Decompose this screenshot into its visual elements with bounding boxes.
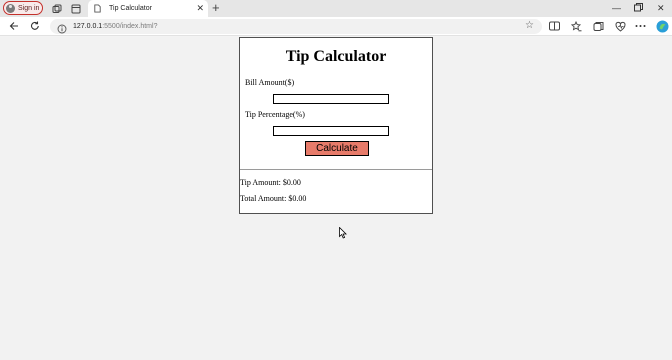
refresh-icon[interactable] (29, 20, 41, 32)
url-host: 127.0.0.1 (73, 23, 103, 30)
minimize-icon[interactable]: — (612, 3, 621, 13)
copilot-icon[interactable] (655, 19, 669, 33)
tab-actions-icon[interactable] (70, 3, 81, 14)
favorites-icon[interactable] (570, 20, 582, 32)
new-tab-icon[interactable]: + (212, 1, 220, 15)
tip-calculator-card: Tip Calculator Bill Amount($) Tip Percen… (239, 37, 433, 214)
url-text: 127.0.0.1:5500/index.html? (73, 21, 157, 32)
address-bar[interactable]: 127.0.0.1:5500/index.html? ☆ (50, 19, 542, 34)
browser-toolbar: 127.0.0.1:5500/index.html? ☆ (0, 17, 672, 36)
restore-icon[interactable] (634, 3, 643, 14)
calculate-button[interactable]: Calculate (305, 141, 369, 156)
tab-tip-calculator[interactable]: Tip Calculator ✕ (88, 0, 208, 17)
tab-strip: Sign in Tip Calculator ✕ + — ✕ (0, 0, 672, 17)
bill-amount-input[interactable] (273, 94, 389, 104)
tab-title: Tip Calculator (109, 5, 152, 12)
split-screen-icon[interactable] (548, 20, 560, 32)
total-amount-result: Total Amount: $0.00 (240, 194, 307, 203)
workspaces-icon[interactable] (51, 3, 62, 14)
signin-label: Sign in (18, 4, 40, 12)
profile-icon (6, 3, 15, 13)
signin-button[interactable]: Sign in (3, 1, 43, 15)
url-path: :5500/index.html? (102, 23, 158, 30)
browser-essentials-icon[interactable] (614, 20, 626, 32)
close-window-icon[interactable]: ✕ (657, 3, 665, 13)
collections-icon[interactable] (592, 20, 604, 32)
tip-percentage-label: Tip Percentage(%) (245, 110, 305, 119)
page-viewport: Tip Calculator Bill Amount($) Tip Percen… (0, 37, 672, 360)
page-icon (94, 4, 101, 13)
page-title: Tip Calculator (285, 48, 387, 65)
tip-percentage-input[interactable] (273, 126, 389, 136)
tip-amount-result: Tip Amount: $0.00 (240, 178, 301, 187)
close-tab-icon[interactable]: ✕ (196, 3, 204, 13)
more-menu-icon[interactable] (634, 20, 646, 32)
back-icon[interactable] (8, 20, 20, 32)
bill-amount-label: Bill Amount($) (245, 78, 295, 87)
mouse-cursor-icon (339, 226, 347, 244)
result-divider (240, 169, 432, 170)
favorite-star-icon[interactable]: ☆ (525, 20, 534, 32)
